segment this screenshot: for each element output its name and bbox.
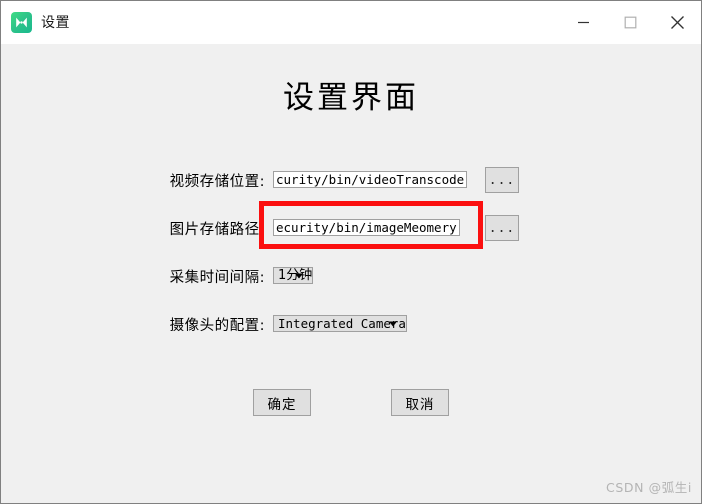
image-path-field-wrap: ecurity/bin/imageMeomery: [273, 217, 460, 239]
form-row-camera-config: 摄像头的配置: Integrated Camera: [1, 300, 701, 348]
watermark: CSDN @弧生i: [606, 480, 692, 495]
image-path-input[interactable]: ecurity/bin/imageMeomery: [273, 219, 460, 236]
label-camera-config: 摄像头的配置:: [169, 317, 265, 334]
image-path-browse-button[interactable]: ...: [485, 215, 519, 241]
video-path-field-wrap: curity/bin/videoTranscode: [273, 169, 468, 191]
minimize-icon[interactable]: [560, 1, 607, 44]
video-path-input[interactable]: curity/bin/videoTranscode: [273, 171, 468, 188]
window-controls: [560, 1, 701, 44]
settings-window: 设置 设置界面 视频存储位置: curity/bin/videoTranscod…: [0, 0, 702, 504]
close-icon[interactable]: [654, 1, 701, 44]
settings-content: 设置界面 视频存储位置: curity/bin/videoTranscode .…: [1, 44, 701, 503]
video-path-browse-button[interactable]: ...: [485, 167, 519, 193]
chevron-down-icon: [388, 321, 397, 326]
window-titlebar: 设置: [1, 1, 701, 44]
form-row-image-path: 图片存储路径: ecurity/bin/imageMeomery ...: [1, 204, 701, 252]
camera-config-field-wrap: Integrated Camera: [273, 312, 407, 336]
camera-config-select[interactable]: Integrated Camera: [273, 315, 407, 332]
label-image-path: 图片存储路径:: [169, 221, 265, 238]
titlebar-left-group: 设置: [1, 12, 70, 33]
form-row-video-path: 视频存储位置: curity/bin/videoTranscode ...: [1, 156, 701, 204]
page-title: 设置界面: [283, 80, 419, 116]
dialog-action-buttons: 确定 取消: [1, 389, 701, 416]
window-title: 设置: [41, 14, 70, 31]
maximize-icon[interactable]: [607, 1, 654, 44]
cancel-button[interactable]: 取消: [391, 389, 449, 416]
camera-config-value: Integrated Camera: [278, 316, 406, 331]
form-row-capture-interval: 采集时间间隔: 1分钟: [1, 252, 701, 300]
confirm-button[interactable]: 确定: [253, 389, 311, 416]
app-logo-icon: [11, 12, 32, 33]
settings-form: 视频存储位置: curity/bin/videoTranscode ... 图片…: [1, 156, 701, 348]
chevron-down-icon: [295, 273, 304, 278]
label-video-path: 视频存储位置:: [169, 173, 265, 190]
capture-interval-select[interactable]: 1分钟: [273, 267, 314, 284]
capture-interval-field-wrap: 1分钟: [273, 264, 314, 288]
label-capture-interval: 采集时间间隔:: [169, 269, 265, 286]
